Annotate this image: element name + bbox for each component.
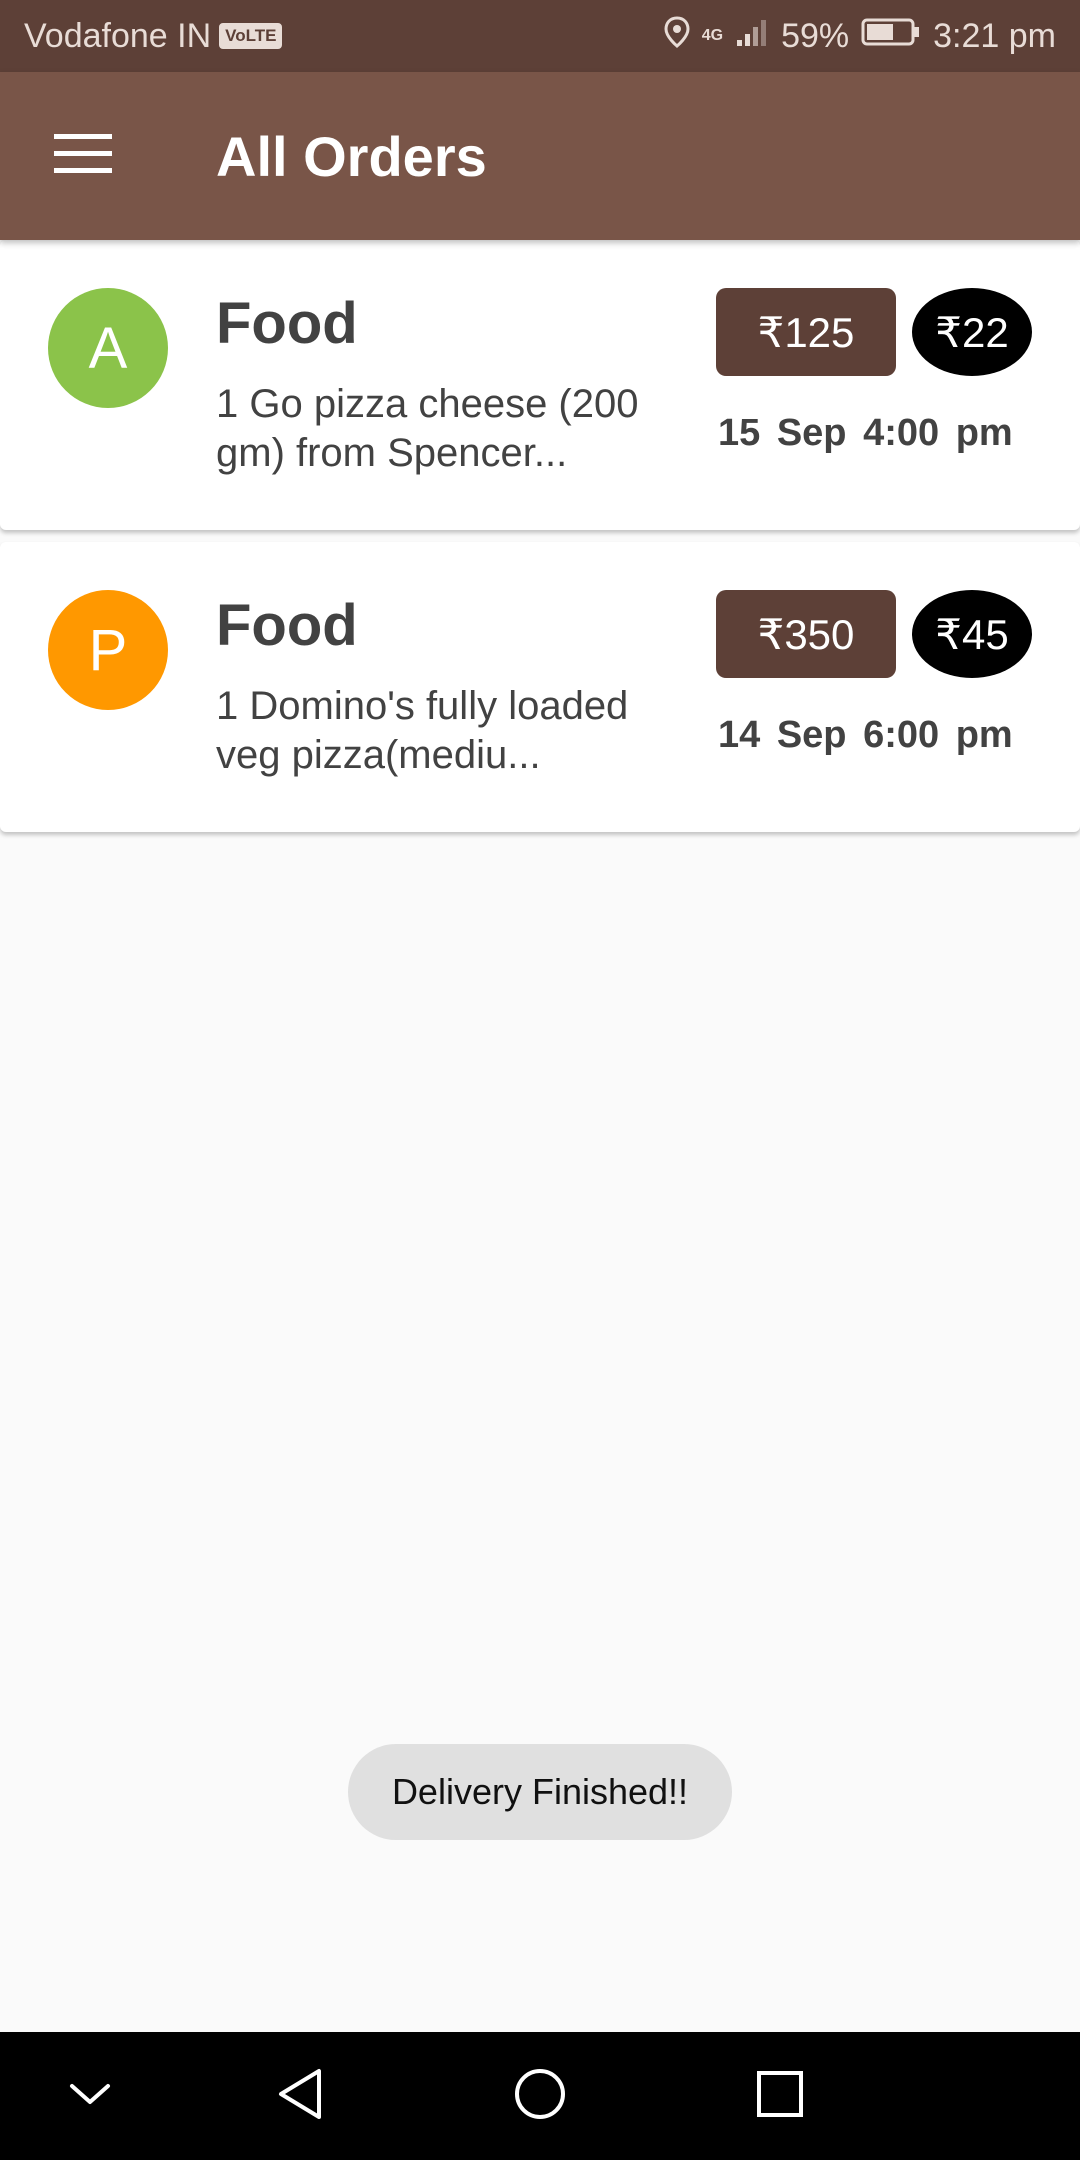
back-button[interactable] [236,2032,364,2160]
order-description: 1 Go pizza cheese (200 gm) from Spencer.… [216,382,639,475]
chevron-down-icon [68,2080,112,2113]
status-bar: Vodafone IN VoLTE 4G 59% 3:21 pm [0,0,1080,72]
battery-icon [861,17,921,56]
order-card[interactable]: A Food 1 Go pizza cheese (200 gm) from S… [0,240,1080,530]
clock: 3:21 pm [933,16,1056,55]
home-circle-icon [513,2067,567,2126]
order-time: 4:00 pm [863,412,1013,454]
order-datetime: 14 Sep 6:00 pm [718,714,1013,757]
navigation-bar [0,2032,1080,2160]
back-triangle-icon [275,2067,325,2126]
home-button[interactable] [476,2032,604,2160]
order-date: 14 Sep [718,714,847,756]
menu-button[interactable] [0,72,168,240]
order-card[interactable]: P Food 1 Domino's fully loaded veg pizza… [0,542,1080,832]
page-title: All Orders [216,124,487,188]
avatar: P [48,590,168,710]
order-time: 6:00 pm [863,714,1013,756]
signal-icon [735,16,769,57]
recents-button[interactable] [716,2032,844,2160]
price-chip: ₹125 [716,288,896,376]
carrier-name: Vodafone IN [24,16,212,55]
order-title: Food [216,593,358,658]
tip-chip: ₹45 [912,590,1032,678]
order-title: Food [216,291,358,356]
order-description: 1 Domino's fully loaded veg pizza(mediu.… [216,684,629,777]
network-type: 4G [701,27,724,44]
battery-percent: 59% [781,16,850,55]
order-date: 15 Sep [718,412,847,454]
toast-message: Delivery Finished!! [348,1744,732,1840]
app-bar: All Orders [0,72,1080,240]
hide-nav-button[interactable] [26,2032,154,2160]
tip-chip: ₹22 [912,288,1032,376]
price-chip: ₹350 [716,590,896,678]
hamburger-menu-icon [54,132,114,181]
volte-badge: VoLTE [219,23,283,49]
avatar: A [48,288,168,408]
location-icon [664,15,690,57]
recents-square-icon [755,2069,805,2124]
order-datetime: 15 Sep 4:00 pm [718,412,1013,455]
